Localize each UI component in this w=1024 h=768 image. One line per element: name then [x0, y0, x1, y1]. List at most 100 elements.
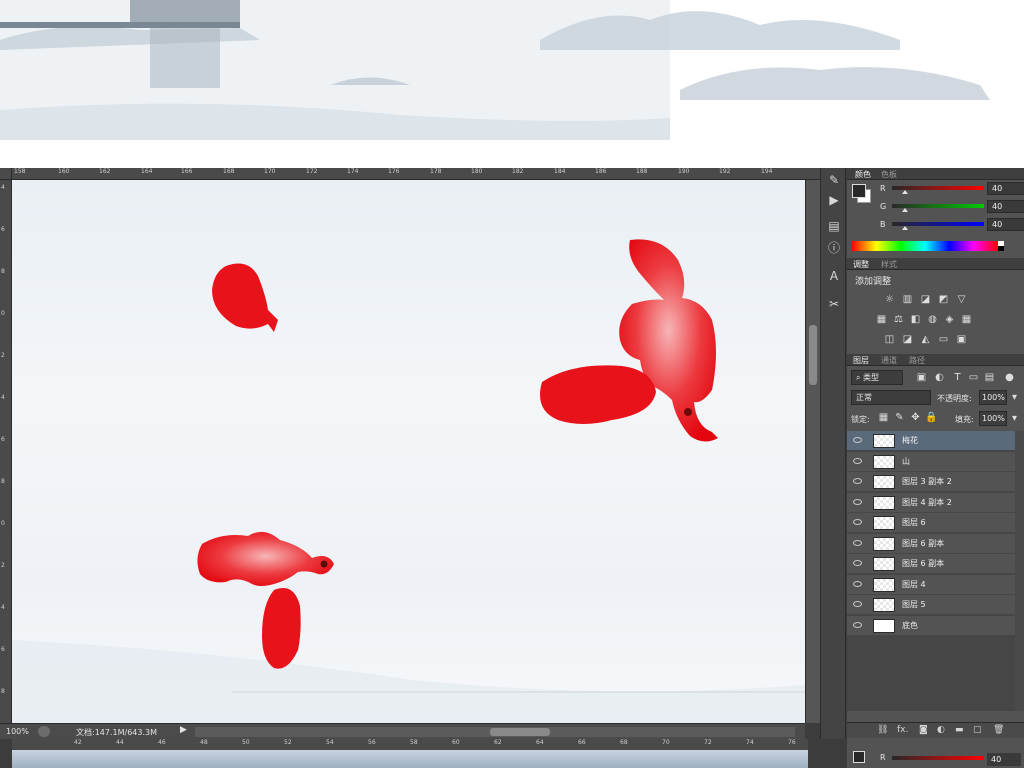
visibility-eye-icon[interactable]	[853, 539, 862, 546]
layer-row[interactable]: 梅花	[847, 431, 1015, 451]
photo-filter-icon[interactable]: ◍	[926, 314, 939, 325]
layer-thumbnail[interactable]	[873, 557, 895, 571]
layer-row[interactable]: 底色	[847, 615, 1015, 636]
layer-row[interactable]: 图层 5	[847, 595, 1015, 615]
layer-name[interactable]: 图层 3 副本 2	[902, 476, 952, 487]
layer-name[interactable]: 山	[902, 456, 910, 467]
filter-pixel-icon[interactable]: ▣	[915, 372, 928, 383]
invert-icon[interactable]: ◫	[883, 334, 896, 345]
layer-name[interactable]: 底色	[902, 620, 918, 631]
layer-thumbnail[interactable]	[873, 434, 895, 448]
vertical-ruler[interactable]: 4 6 8 0 2 4 6 8 0 2 4 6 8	[0, 180, 12, 726]
layer-name[interactable]: 图层 6	[902, 517, 926, 528]
visibility-eye-icon[interactable]	[853, 560, 862, 566]
horizontal-scroll-thumb[interactable]	[490, 728, 550, 736]
layer-name[interactable]: 图层 4 副本 2	[902, 497, 952, 508]
layer-thumbnail[interactable]	[873, 598, 895, 612]
color-lookup-icon[interactable]: ▦	[960, 314, 973, 325]
filter-smart-icon[interactable]: ▤	[983, 372, 996, 383]
channel-mixer-icon[interactable]: ◈	[943, 314, 956, 325]
tab-layers[interactable]: 图层	[853, 355, 869, 366]
filter-type-icon[interactable]: T	[951, 372, 964, 383]
layer-name[interactable]: 图层 5	[902, 599, 926, 610]
visibility-eye-icon[interactable]	[853, 437, 862, 443]
green-value-field[interactable]: 40	[987, 200, 1024, 213]
blend-mode-select[interactable]: 正常	[851, 390, 931, 405]
share-icon[interactable]	[38, 726, 50, 737]
vertical-scrollbar[interactable]	[805, 180, 820, 723]
layer-name[interactable]: 图层 4	[902, 579, 926, 590]
color-spectrum-ramp[interactable]	[852, 241, 998, 251]
tab-adjustments[interactable]: 调整	[853, 259, 869, 270]
filter-shape-icon[interactable]: ▭	[967, 372, 980, 383]
layer-list-scrollbar[interactable]	[1015, 431, 1024, 711]
tab-styles[interactable]: 样式	[881, 259, 897, 270]
character-panel-icon[interactable]: A	[826, 268, 842, 284]
lock-all-icon[interactable]: 🔒	[925, 412, 938, 423]
threshold-icon[interactable]: ◭	[919, 334, 932, 345]
slider-knob-icon[interactable]	[902, 190, 908, 194]
layer-row[interactable]: 图层 4 副本 2	[847, 492, 1015, 513]
fill-dropdown-icon[interactable]: ▾	[1008, 413, 1021, 424]
lock-transparent-icon[interactable]: ▦	[877, 412, 890, 423]
layer-filter-select[interactable]: ⌕ 类型	[851, 370, 903, 385]
levels-icon[interactable]: ▥	[901, 294, 914, 305]
filter-adjustment-icon[interactable]: ◐	[933, 372, 946, 383]
add-mask-icon[interactable]: ◙	[919, 725, 928, 735]
gradient-map-icon[interactable]: ▭	[937, 334, 950, 345]
brightness-contrast-icon[interactable]: ☼	[883, 294, 896, 305]
visibility-eye-icon[interactable]	[853, 580, 862, 587]
black-white-icon[interactable]: ◧	[909, 314, 922, 325]
opacity-dropdown-icon[interactable]: ▾	[1008, 392, 1021, 403]
visibility-eye-icon[interactable]	[853, 478, 862, 484]
selective-color-icon[interactable]: ▣	[955, 334, 968, 345]
link-layers-icon[interactable]: ⛓	[877, 725, 888, 735]
layer-row[interactable]: 图层 4	[847, 574, 1015, 595]
horizontal-scrollbar[interactable]	[195, 727, 795, 737]
new-group-folder-icon[interactable]: ▬	[955, 725, 964, 735]
vibrance-icon[interactable]: ▦	[875, 314, 888, 325]
filter-toggle-icon[interactable]: ●	[1003, 372, 1016, 383]
posterize-icon[interactable]: ◪	[901, 334, 914, 345]
lock-image-icon[interactable]: ✎	[893, 412, 906, 423]
layer-thumbnail[interactable]	[873, 516, 895, 530]
gradient-triangle-icon[interactable]: ▽	[955, 294, 968, 305]
new-layer-icon[interactable]: ▢	[973, 725, 982, 735]
layer-row[interactable]: 图层 3 副本 2	[847, 472, 1015, 492]
blue-value-field[interactable]: 40	[987, 218, 1024, 231]
layer-name[interactable]: 梅花	[902, 435, 918, 446]
fx-icon[interactable]: fx.	[897, 725, 908, 735]
lock-position-icon[interactable]: ✥	[909, 412, 922, 423]
new-adjustment-icon[interactable]: ◐	[937, 725, 945, 735]
layer-row[interactable]: 山	[847, 451, 1015, 472]
ruler-corner[interactable]	[0, 168, 12, 180]
visibility-eye-icon[interactable]	[853, 621, 862, 628]
brush-preset-icon[interactable]: ▤	[826, 218, 842, 234]
layer-thumbnail[interactable]	[873, 618, 895, 633]
tab-swatches[interactable]: 色板	[881, 169, 897, 180]
horizontal-ruler[interactable]: 158 160 162 164 166 168 170 172 174 176 …	[12, 168, 820, 180]
tab-channels[interactable]: 通道	[881, 355, 897, 366]
visibility-eye-icon[interactable]	[853, 498, 862, 505]
document-canvas[interactable]	[12, 180, 805, 723]
layer-name[interactable]: 图层 6 副本	[902, 558, 944, 569]
vertical-scroll-thumb[interactable]	[809, 325, 817, 385]
layer-row[interactable]: 图层 6	[847, 513, 1015, 533]
layer-thumbnail[interactable]	[873, 577, 895, 592]
delete-layer-icon[interactable]: 🗑	[993, 725, 1004, 735]
foreground-color-swatch[interactable]	[852, 184, 866, 198]
layer-name[interactable]: 图层 6 副本	[902, 538, 944, 549]
layer-thumbnail[interactable]	[873, 454, 895, 469]
layer-row[interactable]: 图层 6 副本	[847, 533, 1015, 554]
status-menu-arrow-icon[interactable]: ▶	[180, 725, 187, 735]
opacity-field[interactable]: 100%	[979, 390, 1007, 405]
exposure-icon[interactable]: ◩	[937, 294, 950, 305]
layer-thumbnail[interactable]	[873, 495, 895, 510]
history-brush-icon[interactable]: ✎	[826, 172, 842, 188]
info-icon[interactable]: ⓘ	[826, 240, 842, 256]
black-white-ramp[interactable]	[998, 241, 1004, 251]
visibility-eye-icon[interactable]	[853, 601, 862, 607]
layer-thumbnail[interactable]	[873, 536, 895, 551]
visibility-eye-icon[interactable]	[853, 519, 862, 525]
play-action-icon[interactable]: ▶	[826, 192, 842, 208]
